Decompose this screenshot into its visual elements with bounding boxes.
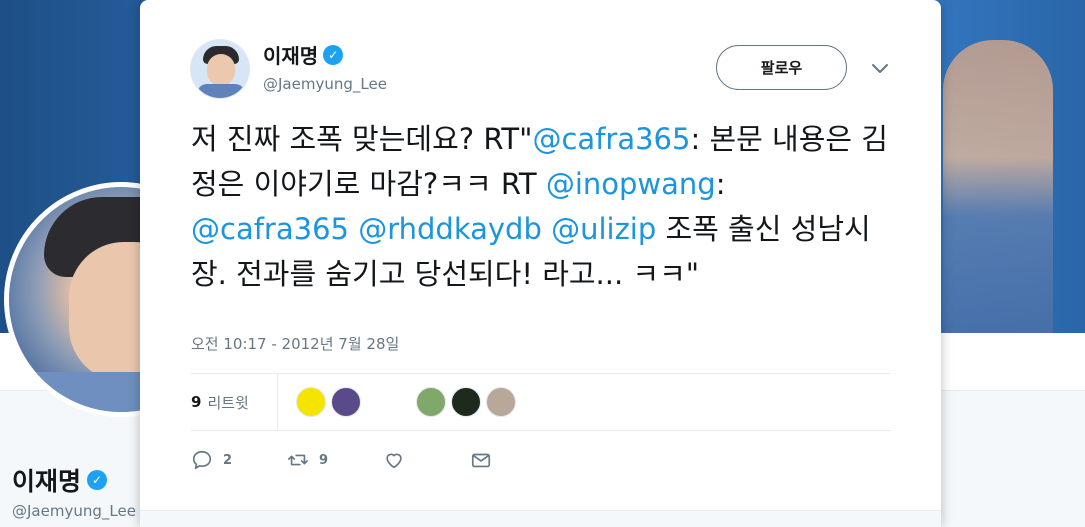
retweeter-avatars	[295, 387, 521, 417]
reply-area	[140, 510, 941, 527]
retweet-icon	[288, 454, 309, 466]
tweet-text-segment	[542, 212, 551, 246]
heart-icon	[386, 453, 402, 469]
author-name[interactable]: 이재명 ✓	[263, 40, 344, 69]
envelope-icon	[472, 453, 491, 468]
author-avatar[interactable]	[190, 39, 250, 99]
mention-link[interactable]: @cafra365	[532, 122, 690, 156]
retweet-stat-count: 9	[191, 393, 202, 411]
retweet-button[interactable]: 9	[287, 449, 328, 471]
mention-link[interactable]: @cafra365	[191, 212, 349, 246]
follow-button[interactable]: 팔로우	[716, 45, 847, 90]
tweet-actions: 2 9	[191, 445, 557, 475]
tweet-modal: 이재명 ✓ @Jaemyung_Lee 팔로우 저 진짜 조폭 맞는데요? RT…	[140, 0, 941, 527]
tweet-text: 저 진짜 조폭 맞는데요? RT"@cafra365: 본문 내용은 김정은 이…	[191, 117, 891, 297]
divider	[191, 430, 891, 431]
tweet-text-segment: 저 진짜 조폭 맞는데요? RT"	[191, 122, 533, 156]
verified-icon: ✓	[323, 44, 344, 65]
chevron-down-icon[interactable]	[870, 58, 890, 78]
tweet-text-segment: :	[715, 167, 726, 201]
tweet-stats: 9 리트윗	[191, 374, 891, 430]
reply-count: 2	[223, 452, 233, 468]
reply-button[interactable]: 2	[191, 449, 232, 471]
author-handle[interactable]: @Jaemyung_Lee	[263, 75, 387, 93]
retweeter-avatar[interactable]	[485, 387, 516, 417]
direct-message-button[interactable]	[470, 449, 502, 471]
tweet-timestamp[interactable]: 오전 10:17 - 2012년 7월 28일	[191, 333, 399, 354]
retweet-stat-label: 리트윗	[207, 393, 249, 412]
mention-link[interactable]: @inopwang	[546, 167, 716, 201]
retweeter-avatar[interactable]	[450, 387, 481, 417]
author-name-text[interactable]: 이재명	[263, 40, 318, 69]
tweet-text-segment	[349, 212, 358, 246]
retweeter-avatar[interactable]	[415, 387, 446, 417]
like-button[interactable]	[383, 449, 415, 471]
retweeter-avatar[interactable]	[295, 387, 326, 417]
mention-link[interactable]: @ulizip	[551, 212, 656, 246]
retweet-count: 9	[319, 452, 329, 468]
reply-icon	[192, 450, 212, 470]
retweet-stat[interactable]: 9 리트윗	[191, 374, 278, 430]
retweeter-avatar[interactable]	[330, 387, 361, 417]
mention-link[interactable]: @rhddkaydb	[358, 212, 542, 246]
